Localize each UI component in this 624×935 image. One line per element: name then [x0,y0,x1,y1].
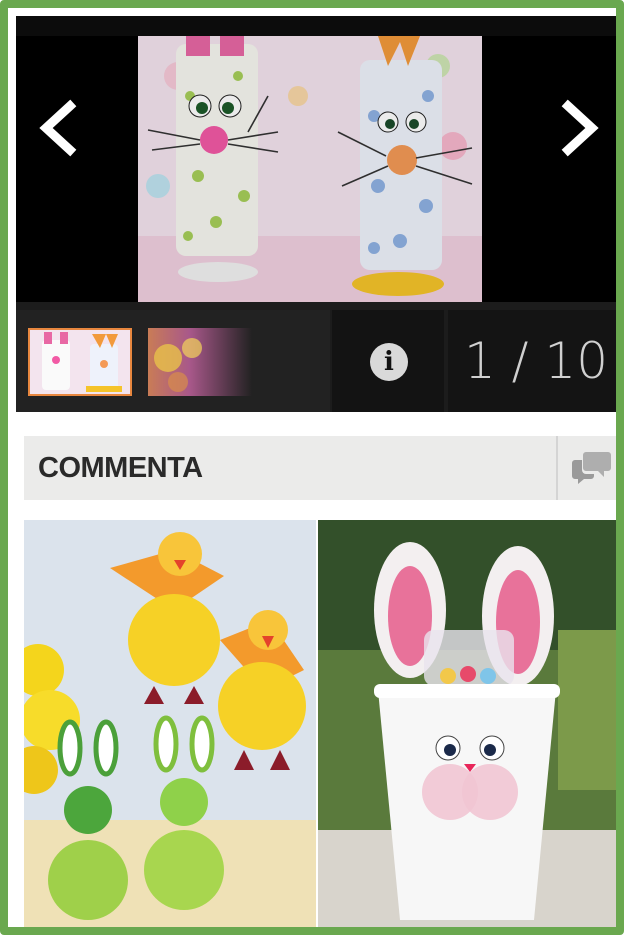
chevron-right-icon [561,99,599,157]
thumbnail-2-image [154,338,202,392]
comment-title: COMMENTA [38,452,203,484]
thumbnail-bar: i 1 / 10 [16,302,616,412]
gallery-top-strip [16,16,616,36]
bunny-tubes-illustration [138,36,482,302]
thumbnail-1-selected[interactable] [28,328,132,396]
chevron-left-icon [39,99,77,157]
image-gallery [16,16,616,302]
info-section: i [332,310,444,412]
next-image-button[interactable] [548,98,608,158]
page-frame: i 1 / 10 COMMENTA [0,0,624,935]
chicks-and-bunnies-illustration [24,520,316,927]
comment-section-header[interactable]: COMMENTA [24,436,616,500]
chat-bubbles-icon [572,452,611,484]
thumbnail-1-image [30,330,130,394]
related-photo-bunny-cup[interactable] [318,520,616,927]
main-photo[interactable] [138,36,482,302]
comment-divider [556,436,558,500]
previous-image-button[interactable] [30,98,90,158]
related-photo-chicks-bunnies[interactable] [24,520,316,927]
image-counter: 1 / 10 [463,332,609,390]
info-icon: i [384,347,394,377]
info-button[interactable]: i [370,343,408,381]
bunny-cup-illustration [318,520,616,927]
thumbnail-strip[interactable] [16,310,330,412]
thumbnail-2[interactable] [148,328,252,396]
image-counter-section: 1 / 10 [448,310,616,412]
comment-button[interactable] [572,450,612,486]
